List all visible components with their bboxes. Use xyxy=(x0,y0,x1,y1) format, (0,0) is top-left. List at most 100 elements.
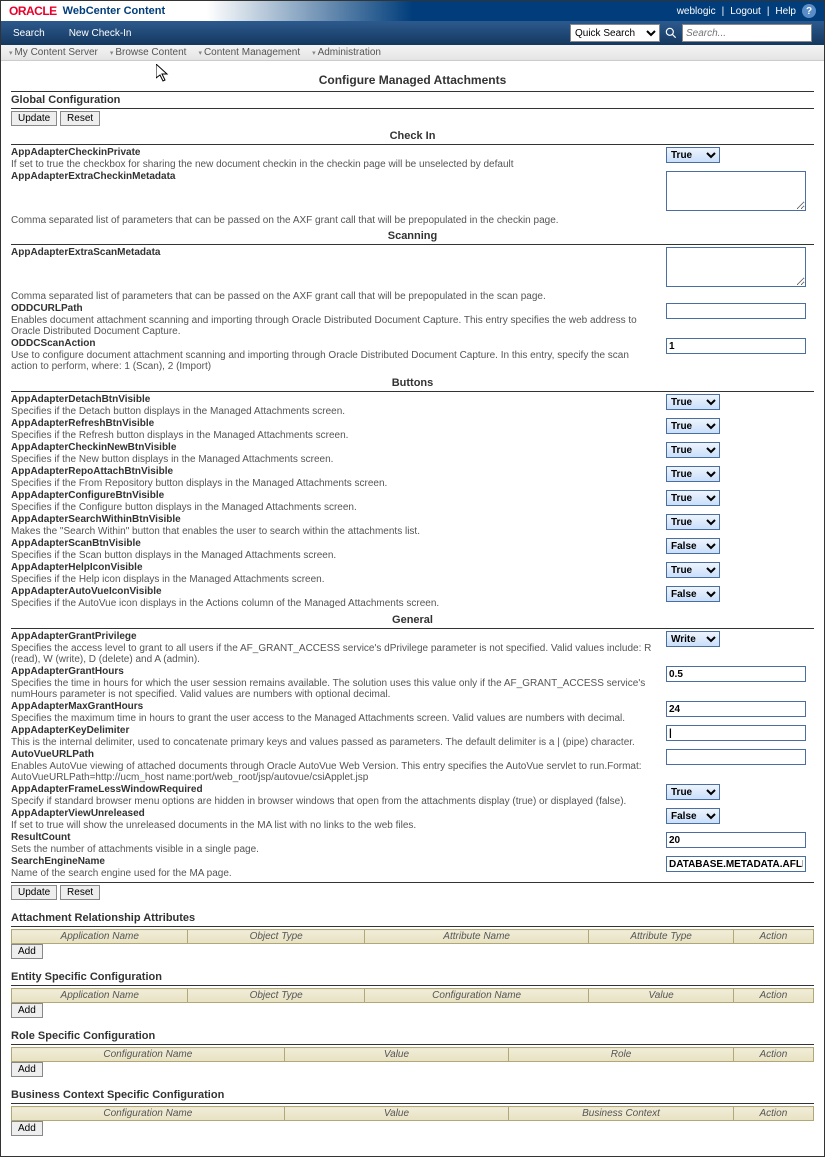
repo-attach-btn-select[interactable]: True xyxy=(666,466,720,482)
col-app-name: Application Name xyxy=(12,989,188,1003)
table-title: Role Specific Configuration xyxy=(11,1030,814,1042)
help-link[interactable]: Help xyxy=(775,6,796,17)
scan-btn-select[interactable]: False xyxy=(666,538,720,554)
menu-content-management[interactable]: Content Management xyxy=(198,47,300,58)
field-desc: If set to true will show the unreleased … xyxy=(11,820,658,831)
extra-checkin-metadata-textarea[interactable] xyxy=(666,171,806,211)
checkin-private-select[interactable]: True xyxy=(666,147,720,163)
oddc-scan-action-input[interactable] xyxy=(666,338,806,354)
bizctx-table: Configuration Name Value Business Contex… xyxy=(11,1106,814,1121)
menu-browse-content[interactable]: Browse Content xyxy=(110,47,187,58)
table-title: Attachment Relationship Attributes xyxy=(11,912,814,924)
field-desc: Specifies if the Scan button displays in… xyxy=(11,550,658,561)
field-desc: This is the internal delimiter, used to … xyxy=(11,737,658,748)
field-label: AppAdapterScanBtnVisible xyxy=(11,538,658,549)
field-desc: Specifies if the Detach button displays … xyxy=(11,406,658,417)
configure-btn-select[interactable]: True xyxy=(666,490,720,506)
topbar: Search New Check-In Quick Search xyxy=(1,21,824,45)
field-desc: Comma separated list of parameters that … xyxy=(11,291,814,302)
field-label: AppAdapterRefreshBtnVisible xyxy=(11,418,658,429)
key-delimiter-input[interactable] xyxy=(666,725,806,741)
field-desc: Specifies the maximum time in hours to g… xyxy=(11,713,658,724)
col-config-name: Configuration Name xyxy=(364,989,589,1003)
col-role: Role xyxy=(509,1048,734,1062)
field-label: AppAdapterDetachBtnVisible xyxy=(11,394,658,405)
search-icon[interactable] xyxy=(664,26,678,40)
extra-scan-metadata-textarea[interactable] xyxy=(666,247,806,287)
grant-hours-input[interactable] xyxy=(666,666,806,682)
field-desc: Specifies the time in hours for which th… xyxy=(11,678,658,700)
field-desc: Makes the "Search Within" button that en… xyxy=(11,526,658,537)
search-engine-name-input[interactable] xyxy=(666,856,806,872)
autovue-icon-select[interactable]: False xyxy=(666,586,720,602)
reset-button[interactable]: Reset xyxy=(60,111,100,126)
add-entity-button[interactable]: Add xyxy=(11,1003,43,1018)
field-label: AppAdapterRepoAttachBtnVisible xyxy=(11,466,658,477)
field-desc: Specifies if the New button displays in … xyxy=(11,454,658,465)
field-label: AppAdapterHelpIconVisible xyxy=(11,562,658,573)
col-action: Action xyxy=(733,1048,813,1062)
add-bizctx-button[interactable]: Add xyxy=(11,1121,43,1136)
view-unreleased-select[interactable]: False xyxy=(666,808,720,824)
user-link[interactable]: weblogic xyxy=(677,6,716,17)
detach-btn-select[interactable]: True xyxy=(666,394,720,410)
col-object-type: Object Type xyxy=(188,989,364,1003)
nav-search[interactable]: Search xyxy=(13,28,45,39)
col-value: Value xyxy=(284,1107,509,1121)
field-label: AppAdapterFrameLessWindowRequired xyxy=(11,784,658,795)
field-desc: Specifies if the From Repository button … xyxy=(11,478,658,489)
field-label: ResultCount xyxy=(11,832,658,843)
field-desc: Specifies if the Refresh button displays… xyxy=(11,430,658,441)
attach-rel-table: Application Name Object Type Attribute N… xyxy=(11,929,814,944)
col-attr-type: Attribute Type xyxy=(589,930,733,944)
field-label: AppAdapterCheckinNewBtnVisible xyxy=(11,442,658,453)
table-title: Entity Specific Configuration xyxy=(11,971,814,983)
app-name: WebCenter Content xyxy=(63,5,165,17)
field-desc: Comma separated list of parameters that … xyxy=(11,215,814,226)
col-action: Action xyxy=(733,989,813,1003)
group-buttons: Buttons xyxy=(11,377,814,389)
col-config-name: Configuration Name xyxy=(12,1107,285,1121)
autovue-url-path-input[interactable] xyxy=(666,749,806,765)
quick-search-select[interactable]: Quick Search xyxy=(570,24,660,42)
help-icon-select[interactable]: True xyxy=(666,562,720,578)
refresh-btn-select[interactable]: True xyxy=(666,418,720,434)
max-grant-hours-input[interactable] xyxy=(666,701,806,717)
col-app-name: Application Name xyxy=(12,930,188,944)
frameless-window-select[interactable]: True xyxy=(666,784,720,800)
field-label: AppAdapterCheckinPrivate xyxy=(11,147,658,158)
menu-administration[interactable]: Administration xyxy=(312,47,381,58)
reset-button-bottom[interactable]: Reset xyxy=(60,885,100,900)
search-within-btn-select[interactable]: True xyxy=(666,514,720,530)
menubar: My Content Server Browse Content Content… xyxy=(1,45,824,61)
checkin-new-btn-select[interactable]: True xyxy=(666,442,720,458)
logout-link[interactable]: Logout xyxy=(730,6,761,17)
entity-table: Application Name Object Type Configurati… xyxy=(11,988,814,1003)
field-label: AppAdapterConfigureBtnVisible xyxy=(11,490,658,501)
role-table: Configuration Name Value Role Action xyxy=(11,1047,814,1062)
oddc-url-path-input[interactable] xyxy=(666,303,806,319)
field-label: AppAdapterGrantHours xyxy=(11,666,658,677)
group-checkin: Check In xyxy=(11,130,814,142)
table-title: Business Context Specific Configuration xyxy=(11,1089,814,1101)
add-attach-rel-button[interactable]: Add xyxy=(11,944,43,959)
update-button[interactable]: Update xyxy=(11,111,57,126)
search-input[interactable] xyxy=(682,24,812,42)
field-desc: Name of the search engine used for the M… xyxy=(11,868,658,879)
grant-privilege-select[interactable]: Write xyxy=(666,631,720,647)
menu-my-content[interactable]: My Content Server xyxy=(9,47,98,58)
field-desc: Sets the number of attachments visible i… xyxy=(11,844,658,855)
col-action: Action xyxy=(733,930,813,944)
field-desc: Enables AutoVue viewing of attached docu… xyxy=(11,761,658,783)
group-scanning: Scanning xyxy=(11,230,814,242)
col-value: Value xyxy=(284,1048,509,1062)
add-role-button[interactable]: Add xyxy=(11,1062,43,1077)
result-count-input[interactable] xyxy=(666,832,806,848)
nav-new-checkin[interactable]: New Check-In xyxy=(69,28,132,39)
update-button-bottom[interactable]: Update xyxy=(11,885,57,900)
app-header: ORACLE WebCenter Content weblogic| Logou… xyxy=(1,1,824,21)
col-attr-name: Attribute Name xyxy=(364,930,589,944)
field-label: AppAdapterExtraScanMetadata xyxy=(11,247,658,258)
col-config-name: Configuration Name xyxy=(12,1048,285,1062)
help-icon[interactable]: ? xyxy=(802,4,816,18)
